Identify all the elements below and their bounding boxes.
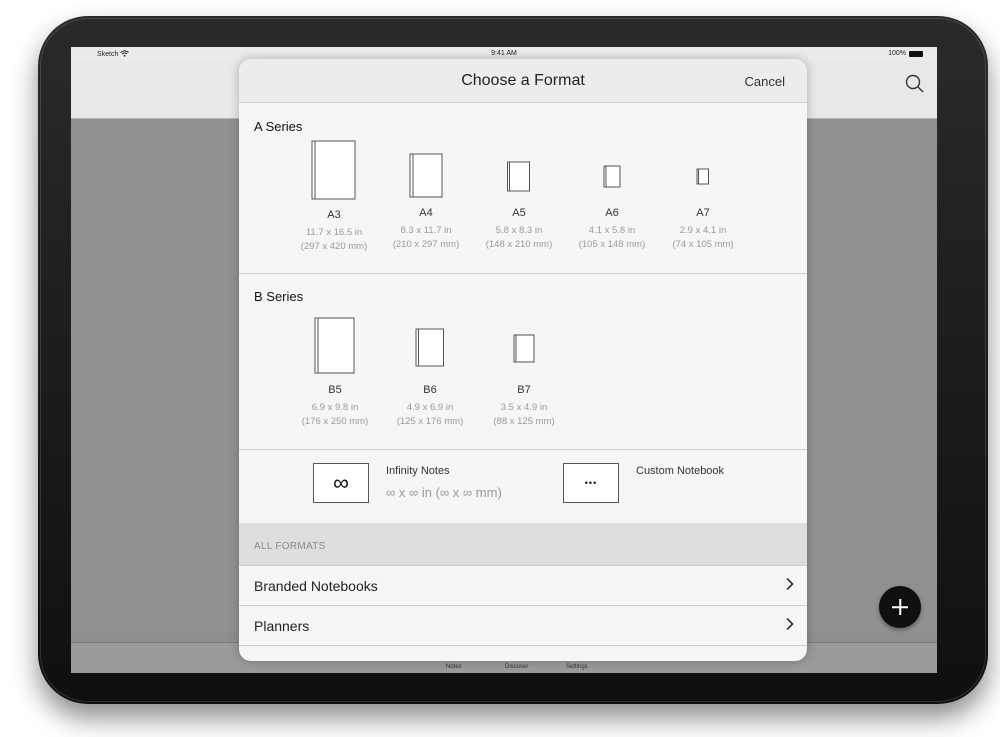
notebook-b5-icon: [314, 317, 355, 374]
notebook-a6-icon: [603, 165, 621, 188]
a-series-section: A Series A3 11.7 x 16.5 in (297 x 420 mm…: [239, 103, 807, 274]
notebook-b7-icon: [513, 334, 535, 363]
format-size-in: 8.3 x 11.7 in: [400, 225, 452, 236]
more-dots-icon: •••: [563, 463, 619, 503]
format-size-mm: (148 x 210 mm): [485, 239, 553, 250]
notebook-a7-icon: [696, 168, 709, 185]
format-size-mm: (125 x 176 mm): [396, 416, 464, 427]
format-b5[interactable]: B5 6.9 x 9.8 in (176 x 250 mm): [290, 274, 380, 450]
format-size-mm: (88 x 125 mm): [493, 416, 555, 427]
format-size-mm: (297 x 420 mm): [300, 241, 368, 252]
format-name: A7: [696, 207, 710, 219]
format-size-in: 11.7 x 16.5 in: [305, 227, 363, 238]
dots-symbol: •••: [584, 478, 598, 488]
format-b6[interactable]: B6 4.9 x 6.9 in (125 x 176 mm): [385, 274, 475, 450]
infinity-symbol: ∞: [333, 470, 349, 495]
chevron-right-icon: [785, 577, 795, 591]
add-button[interactable]: [879, 586, 921, 628]
tab-settings[interactable]: Settings: [566, 664, 588, 670]
infinity-icon: ∞: [313, 463, 369, 503]
notebook-a5-icon: [507, 161, 530, 192]
all-formats-label: ALL FORMATS: [254, 541, 326, 552]
format-size-in: 3.5 x 4.9 in: [500, 402, 548, 413]
format-b7[interactable]: B7 3.5 x 4.9 in (88 x 125 mm): [479, 274, 569, 450]
format-a4[interactable]: A4 8.3 x 11.7 in (210 x 297 mm): [381, 103, 471, 274]
format-a3[interactable]: A3 11.7 x 16.5 in (297 x 420 mm): [289, 103, 379, 274]
tab-notes[interactable]: Notes: [446, 664, 462, 670]
format-size-in: 4.1 x 5.8 in: [588, 225, 636, 236]
format-size-mm: (105 x 148 mm): [578, 239, 646, 250]
modal-header: Choose a Format Cancel: [239, 59, 807, 103]
list-item-label: Planners: [254, 618, 310, 634]
all-formats-header: ALL FORMATS: [239, 523, 807, 566]
infinity-notes-option[interactable]: ∞ Infinity Notes ∞ x ∞ in (∞ x ∞ mm): [313, 463, 543, 507]
choose-format-modal: Choose a Format Cancel A Series A3 11.7 …: [239, 59, 807, 661]
format-name: A3: [327, 209, 341, 221]
infinity-notes-label: Infinity Notes: [386, 465, 450, 477]
status-time: 9:41 AM: [491, 50, 517, 57]
battery-icon: [909, 50, 923, 57]
format-name: A5: [512, 207, 526, 219]
format-name: B5: [328, 384, 342, 396]
search-icon[interactable]: [903, 72, 927, 96]
modal-title: Choose a Format: [461, 72, 585, 89]
list-item-label: Branded Notebooks: [254, 578, 378, 594]
format-size-mm: (74 x 105 mm): [672, 239, 734, 250]
special-formats: ∞ Infinity Notes ∞ x ∞ in (∞ x ∞ mm) •••…: [239, 450, 807, 523]
list-item-branded-notebooks[interactable]: Branded Notebooks: [239, 566, 807, 606]
format-size-in: 2.9 x 4.1 in: [679, 225, 727, 236]
custom-notebook-label: Custom Notebook: [636, 465, 725, 477]
chevron-right-icon: [785, 617, 795, 631]
format-size-in: 4.9 x 6.9 in: [406, 402, 454, 413]
tab-discover[interactable]: Discover: [505, 664, 528, 670]
format-name: A6: [605, 207, 619, 219]
format-name: B6: [423, 384, 437, 396]
battery-status: 100%: [888, 50, 923, 57]
b-series-section: B Series B5 6.9 x 9.8 in (176 x 250 mm) …: [239, 274, 807, 450]
notebook-a4-icon: [409, 153, 443, 198]
format-size-mm: (176 x 250 mm): [301, 416, 369, 427]
format-size-mm: (210 x 297 mm): [392, 239, 460, 250]
cancel-button[interactable]: Cancel: [745, 74, 785, 89]
list-item-planners[interactable]: Planners: [239, 606, 807, 646]
format-name: A4: [419, 207, 433, 219]
notebook-a3-icon: [311, 140, 356, 200]
notebook-b6-icon: [415, 328, 444, 367]
format-size-in: 5.8 x 8.3 in: [495, 225, 543, 236]
format-a7[interactable]: A7 2.9 x 4.1 in (74 x 105 mm): [658, 103, 748, 274]
format-a6[interactable]: A6 4.1 x 5.8 in (105 x 148 mm): [567, 103, 657, 274]
battery-percent: 100%: [888, 50, 906, 57]
format-a5[interactable]: A5 5.8 x 8.3 in (148 x 210 mm): [474, 103, 564, 274]
infinity-notes-size: ∞ x ∞ in (∞ x ∞ mm): [386, 485, 502, 500]
custom-notebook-option[interactable]: ••• Custom Notebook: [563, 463, 763, 507]
format-size-in: 6.9 x 9.8 in: [311, 402, 359, 413]
format-name: B7: [517, 384, 531, 396]
